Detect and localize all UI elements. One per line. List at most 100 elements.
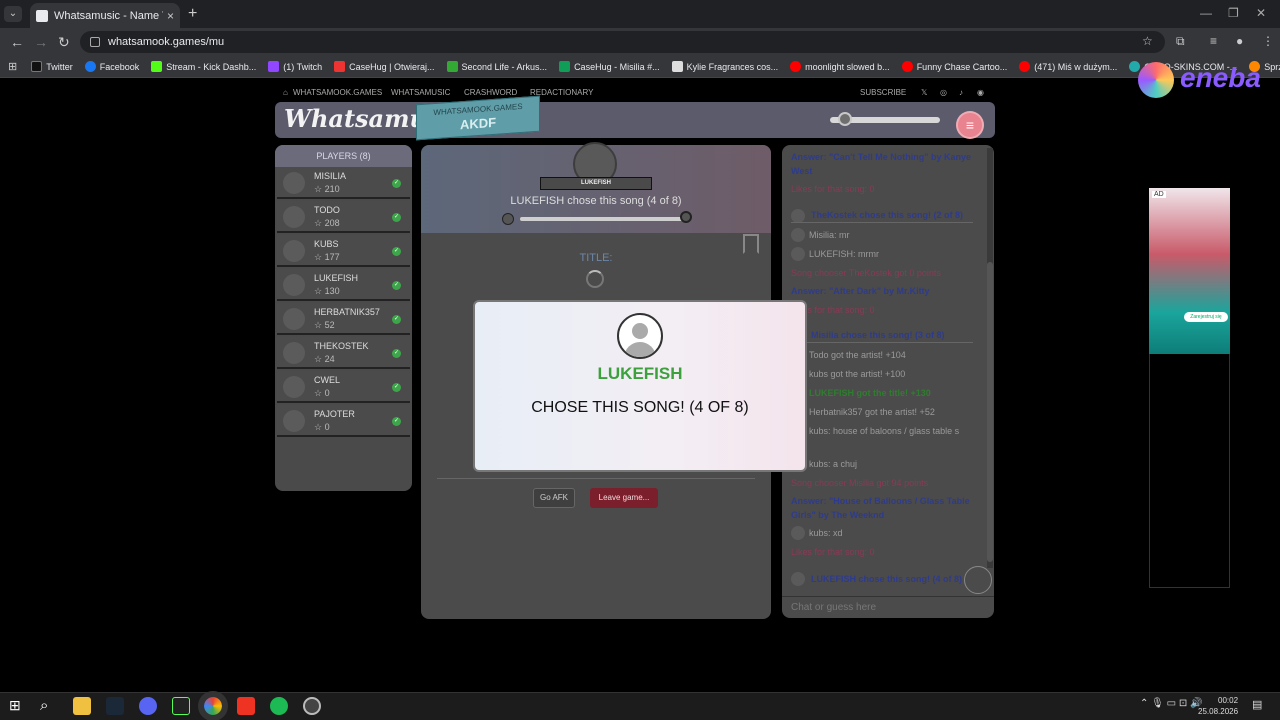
discord-app-icon[interactable] [139,697,157,715]
avatar [283,308,305,330]
bookmark-twitter[interactable]: Twitter [31,61,73,72]
forward-icon[interactable]: → [34,34,48,50]
nav-crashword[interactable]: CRASHWORD [464,88,517,97]
chose-song-text: LUKEFISH chose this song (4 of 8) [510,195,682,207]
app-icon[interactable] [172,697,190,715]
tab-search-button[interactable]: ⌄ [4,6,22,22]
ad-cta-button[interactable]: Zarejestruj się [1184,312,1228,322]
song-progress-bar [520,217,688,221]
tiktok-icon[interactable]: ♪ [959,88,963,97]
chat-message: kubs: house of baloons / glass table s [809,426,960,436]
players-panel: PLAYERS (8) MISILIA ☆ 210 ✓ TODO ☆ 208 ✓ KUB… [275,145,412,491]
nav-whatsamook-games[interactable]: WHATSAMOOK.GAMES [293,88,382,97]
extensions-icon[interactable]: ⧉ [1176,34,1185,49]
file-explorer-icon[interactable] [73,697,91,715]
player-score: ☆ 210 [314,184,340,194]
site-favicon [36,9,48,22]
notifications-icon[interactable]: ▤ [1252,698,1262,711]
player-row[interactable]: THEKOSTEK ☆ 24 ✓ [277,337,410,369]
reload-icon[interactable]: ↻ [58,34,70,51]
browser-menu-icon[interactable]: ⋮ [1262,34,1274,48]
ready-check-icon: ✓ [392,315,401,324]
bookmark-youtube-3[interactable]: (471) Miś w dużym... [1019,61,1117,72]
chat-answer: Answer: "Can't Tell Me Nothing" by Kanye… [791,152,972,176]
ad-image[interactable] [1149,188,1230,354]
chat-scrollbar-thumb[interactable] [987,262,993,562]
home-icon[interactable]: ⌂ [283,88,288,97]
nav-subscribe[interactable]: SUBSCRIBE [860,88,906,97]
bookmark-kylie[interactable]: Kylie Fragrances cos... [671,61,778,72]
app-red-icon[interactable] [237,697,255,715]
chat-likes: Likes for that song: 0 [791,305,875,315]
windows-start-icon[interactable]: ⊞ [9,697,21,714]
player-name: MISILIA [314,171,347,181]
player-row[interactable]: PAJOTER ☆ 0 ✓ [277,405,410,437]
minimize-button[interactable]: — [1200,6,1212,20]
nav-whatsamusic[interactable]: WHATSAMUSIC [391,88,450,97]
pause-icon[interactable] [502,213,514,225]
chat-chooser: Misilia chose this song! (3 of 8) [791,328,973,343]
player-score: ☆ 0 [314,422,330,432]
url-text: whatsamook.games/mu [108,36,225,48]
chat-message: LUKEFISH: mrmr [809,249,880,259]
ad-label: AD [1152,191,1166,198]
song-progress-knob [680,211,692,223]
close-tab-icon[interactable]: × [167,9,174,23]
browser-tab[interactable]: Whatsamusic - Name That Tun × [30,3,180,28]
obs-icon[interactable] [303,697,321,715]
media-icon[interactable]: ≡ [1210,34,1217,48]
new-tab-button[interactable]: + [188,5,197,23]
player-row[interactable]: MISILIA ☆ 210 ✓ [277,167,410,199]
instagram-icon[interactable]: ◎ [940,88,947,97]
back-icon[interactable]: ← [10,34,24,50]
go-afk-button[interactable]: Go AFK [533,488,575,508]
profile-avatar[interactable]: ● [1236,34,1243,48]
eneba-ad-banner[interactable]: eneba [1138,60,1268,104]
apps-icon[interactable]: ⊞ [8,60,17,73]
chat-system: Todo got the artist! +104 [809,350,906,360]
bookmark-secondlife[interactable]: Second Life - Arkus... [446,61,547,72]
bookmark-kick[interactable]: Stream - Kick Dashb... [151,61,256,72]
player-score: ☆ 0 [314,388,330,398]
leave-game-button[interactable]: Leave game... [590,488,658,508]
bookmark-facebook[interactable]: Facebook [84,61,139,72]
player-row[interactable]: KUBS ☆ 177 ✓ [277,235,410,267]
bookmark-star-icon[interactable]: ☆ [1142,34,1153,48]
tab-title: Whatsamusic - Name That Tun [54,9,163,22]
player-row[interactable]: CWEL ☆ 0 ✓ [277,371,410,403]
clock[interactable]: 00:02 25.08.2026 [1198,695,1238,717]
chat-message: kubs: a chuj [809,459,858,469]
title-label: TITLE: [579,252,613,264]
discord-icon[interactable]: ◉ [977,88,984,97]
bookmark-youtube-2[interactable]: Funny Chase Cartoo... [901,61,1007,72]
avatar [283,206,305,228]
site-info-icon[interactable] [90,37,100,47]
bookmark-twitch[interactable]: (1) Twitch [268,61,322,72]
search-icon[interactable]: ⌕ [40,697,48,714]
twitter-icon[interactable]: 𝕏 [921,88,927,97]
player-row[interactable]: TODO ☆ 208 ✓ [277,201,410,233]
volume-knob[interactable] [838,112,852,126]
player-score: ☆ 130 [314,286,340,296]
player-score: ☆ 177 [314,252,340,262]
chrome-icon[interactable] [198,691,228,720]
ready-check-icon: ✓ [392,179,401,188]
hamburger-menu-icon[interactable]: ≡ [956,111,984,139]
address-bar[interactable]: whatsamook.games/mu [80,31,1165,53]
spotify-icon[interactable] [270,697,288,715]
close-window-button[interactable]: ✕ [1256,6,1266,20]
chat-answer: Answer: "After Dark" by Mr.Kitty [791,286,930,296]
bookmark-sheets[interactable]: CaseHug - Misilia #... [559,61,660,72]
scroll-down-button[interactable] [964,566,992,594]
player-row[interactable]: HERBATNIK357 ☆ 52 ✓ [277,303,410,335]
bookmark-icon[interactable] [743,234,759,254]
avatar [283,410,305,432]
bookmark-casehug[interactable]: CaseHug | Otwieraj... [334,61,435,72]
system-tray-icons[interactable]: ⌃ 🎙 ▭ ⊡ 🔊 [1140,698,1202,709]
modal-message: CHOSE THIS SONG! (4 OF 8) [531,399,749,416]
player-row[interactable]: LUKEFISH ☆ 130 ✓ [277,269,410,301]
steam-icon[interactable] [106,697,124,715]
restore-button[interactable]: ❐ [1228,6,1239,20]
chat-input[interactable]: Chat or guess here [782,596,994,618]
bookmark-youtube-1[interactable]: moonlight slowed b... [790,61,890,72]
